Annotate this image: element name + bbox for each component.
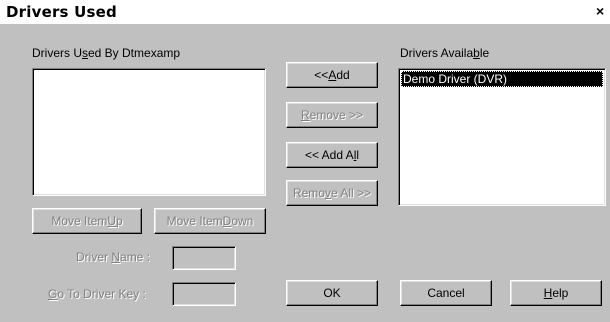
go-to-driver-key-label: Go To Driver Key : — [48, 287, 146, 301]
add-all-button[interactable]: << Add All — [286, 142, 378, 168]
go-to-driver-key-field[interactable] — [172, 282, 236, 306]
window-title: Drivers Used — [6, 3, 117, 21]
ok-button[interactable]: OK — [286, 280, 378, 306]
move-item-down-button[interactable]: Move Item Down — [154, 208, 266, 234]
driver-name-label: Driver Name : — [76, 250, 151, 264]
drivers-available-label: Drivers Available — [400, 46, 490, 60]
remove-all-button[interactable]: Remo v e All >> — [286, 180, 378, 206]
help-button[interactable]: Help — [510, 280, 602, 306]
remove-button[interactable]: Remove >> — [286, 102, 378, 128]
drivers-available-list[interactable]: Demo Driver (DVR) — [398, 68, 606, 206]
add-button[interactable]: << Add — [286, 62, 378, 88]
list-item[interactable]: Demo Driver (DVR) — [401, 71, 603, 87]
cancel-button[interactable]: Cancel — [400, 280, 492, 306]
move-item-up-button[interactable]: Move Item Up — [32, 208, 142, 234]
close-icon[interactable]: × — [596, 3, 610, 19]
driver-name-field[interactable] — [172, 246, 236, 270]
drivers-used-label: Drivers Used By Dtmexamp — [32, 46, 181, 60]
drivers-used-list[interactable] — [32, 68, 266, 196]
